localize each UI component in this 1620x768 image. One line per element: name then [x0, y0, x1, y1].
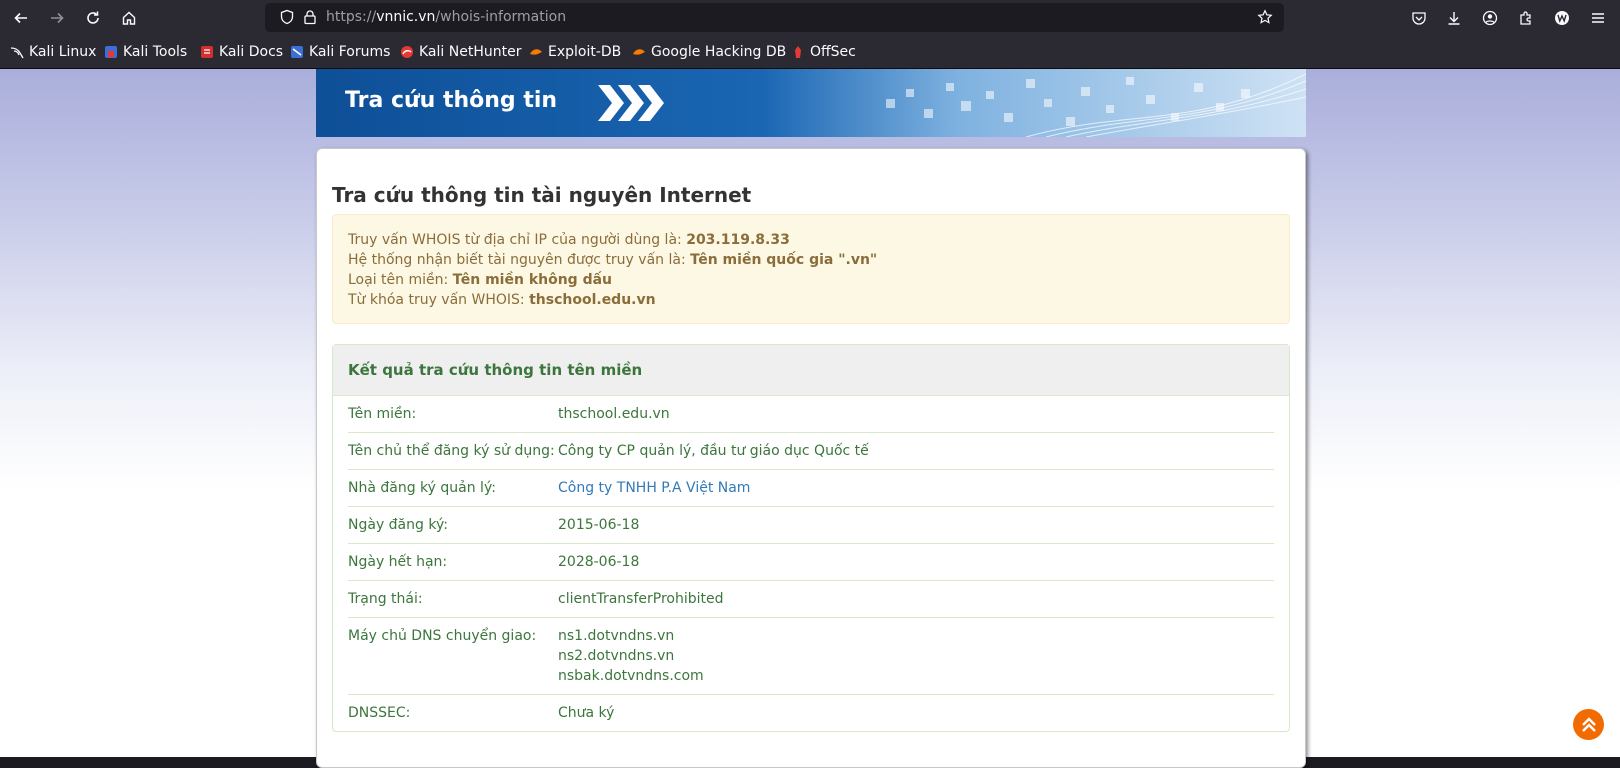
- bookmark-offsec[interactable]: OffSec: [791, 43, 856, 61]
- table-row: Ngày đăng ký: 2015-06-18: [348, 507, 1274, 544]
- row-value: 2015-06-18: [558, 517, 640, 533]
- dns-list: ns1.dotvndns.vn ns2.dotvndns.vn nsbak.do…: [558, 626, 704, 686]
- row-key: Trạng thái:: [348, 591, 423, 607]
- shield-icon[interactable]: [279, 9, 295, 25]
- url-host: vnnic.vn: [376, 9, 436, 25]
- scroll-to-top-button[interactable]: [1573, 709, 1604, 740]
- bookmark-kali-forums[interactable]: Kali Forums: [290, 43, 390, 61]
- bookmark-label: Google Hacking DB: [651, 44, 787, 60]
- kali-dragon-icon: [10, 47, 24, 59]
- dns-server: ns1.dotvndns.vn: [558, 628, 675, 644]
- info-row-domain-type: Loại tên miền: Tên miền không dấu: [348, 272, 613, 288]
- bookmark-label: Exploit-DB: [548, 44, 622, 60]
- forward-button[interactable]: [44, 5, 70, 31]
- account-icon[interactable]: [1480, 8, 1500, 28]
- kali-docs-icon: [201, 46, 213, 58]
- row-key: DNSSEC:: [348, 705, 411, 721]
- bookmark-label: Kali Docs: [219, 44, 284, 60]
- banner-title: Tra cứu thông tin: [345, 88, 558, 113]
- page-title: Tra cứu thông tin tài nguyên Internet: [332, 183, 752, 207]
- url-prefix: https://: [326, 9, 377, 25]
- menu-hamburger-icon[interactable]: [1588, 8, 1608, 28]
- url-path: /whois-information: [435, 9, 567, 25]
- row-key: Nhà đăng ký quản lý:: [348, 480, 496, 496]
- table-row: DNSSEC: Chưa ký: [348, 695, 1274, 732]
- chevron-up-icon: [1581, 716, 1596, 732]
- info-row-keyword: Từ khóa truy vấn WHOIS: thschool.edu.vn: [348, 292, 656, 308]
- kali-tools-icon: [105, 46, 117, 58]
- wappalyzer-icon[interactable]: [1552, 8, 1572, 28]
- page-content: Tra cứu thông tin Tra cứu thông tin tài …: [0, 69, 1620, 768]
- back-button[interactable]: [8, 5, 34, 31]
- bookmark-label: Kali Tools: [123, 44, 188, 60]
- offsec-icon: [795, 46, 801, 58]
- ghdb-icon: [633, 49, 645, 55]
- chevrons-right-icon: [598, 85, 664, 121]
- row-value: clientTransferProhibited: [558, 591, 724, 607]
- table-row: Máy chủ DNS chuyển giao: ns1.dotvndns.vn…: [348, 618, 1274, 695]
- banner-pattern: [886, 73, 1306, 137]
- query-info-box: Truy vấn WHOIS từ địa chỉ IP của người d…: [332, 214, 1290, 324]
- bookmark-kali-tools[interactable]: Kali Tools: [104, 43, 187, 61]
- bookmark-google-hacking-db[interactable]: Google Hacking DB: [632, 43, 786, 61]
- result-heading: Kết quả tra cứu thông tin tên miền: [333, 345, 1289, 396]
- bookmark-kali-nethunter[interactable]: Kali NetHunter: [400, 43, 521, 61]
- downloads-icon[interactable]: [1444, 8, 1464, 28]
- row-key: Máy chủ DNS chuyển giao:: [348, 628, 537, 644]
- reload-button[interactable]: [80, 5, 106, 31]
- url-text[interactable]: https://vnnic.vn/whois-information: [326, 9, 566, 25]
- row-value: thschool.edu.vn: [558, 406, 670, 422]
- bookmark-label: Kali Linux: [29, 44, 97, 60]
- row-value: Công ty CP quản lý, đầu tư giáo dục Quốc…: [558, 443, 869, 459]
- bookmark-label: OffSec: [810, 44, 856, 60]
- bookmark-star-icon[interactable]: [1257, 9, 1273, 25]
- bookmark-kali-linux[interactable]: Kali Linux: [10, 43, 96, 61]
- extensions-icon[interactable]: [1516, 8, 1536, 28]
- table-row: Ngày hết hạn: 2028-06-18: [348, 544, 1274, 581]
- row-key: Ngày hết hạn:: [348, 554, 448, 570]
- result-table: Tên miền: thschool.edu.vn Tên chủ thể đă…: [333, 396, 1289, 732]
- row-value: 2028-06-18: [558, 554, 640, 570]
- bookmark-kali-docs[interactable]: Kali Docs: [200, 43, 283, 61]
- registrar-link[interactable]: Công ty TNHH P.A Việt Nam: [558, 478, 750, 498]
- bookmark-label: Kali NetHunter: [419, 44, 522, 60]
- page-banner: Tra cứu thông tin: [316, 69, 1306, 137]
- row-key: Tên chủ thể đăng ký sử dụng:: [348, 443, 555, 459]
- dns-server: ns2.dotvndns.vn: [558, 648, 675, 664]
- table-row: Tên chủ thể đăng ký sử dụng: Công ty CP …: [348, 433, 1274, 470]
- kali-forums-icon: [291, 46, 303, 58]
- forward-arrow-icon: [51, 12, 64, 24]
- row-key: Ngày đăng ký:: [348, 517, 448, 533]
- browser-toolbar: https://vnnic.vn/whois-information: [0, 0, 1620, 35]
- row-value: Chưa ký: [558, 705, 615, 721]
- table-row: Trạng thái: clientTransferProhibited: [348, 581, 1274, 618]
- reload-icon: [87, 11, 99, 24]
- content-card: Tra cứu thông tin tài nguyên Internet Tr…: [316, 148, 1306, 768]
- dns-server: nsbak.dotvndns.com: [558, 668, 704, 684]
- info-row-resource: Hệ thống nhận biết tài nguyên được truy …: [348, 252, 878, 268]
- row-key: Tên miền:: [348, 406, 417, 422]
- lock-icon[interactable]: [302, 9, 318, 25]
- kali-nethunter-icon: [401, 46, 413, 58]
- bookmark-label: Kali Forums: [309, 44, 391, 60]
- table-row: Nhà đăng ký quản lý: Công ty TNHH P.A Vi…: [348, 470, 1274, 507]
- pocket-icon[interactable]: [1409, 8, 1429, 28]
- info-row-ip: Truy vấn WHOIS từ địa chỉ IP của người d…: [348, 232, 790, 248]
- bookmarks-bar: Kali Linux Kali Tools Kali Docs Kali For…: [0, 35, 1620, 69]
- table-row: Tên miền: thschool.edu.vn: [348, 396, 1274, 433]
- home-icon: [122, 11, 136, 25]
- bookmark-exploit-db[interactable]: Exploit-DB: [529, 43, 621, 61]
- back-arrow-icon: [14, 12, 27, 24]
- exploit-db-icon: [530, 49, 542, 55]
- home-button[interactable]: [116, 5, 142, 31]
- address-bar[interactable]: https://vnnic.vn/whois-information: [265, 3, 1284, 32]
- result-panel: Kết quả tra cứu thông tin tên miền Tên m…: [332, 344, 1290, 732]
